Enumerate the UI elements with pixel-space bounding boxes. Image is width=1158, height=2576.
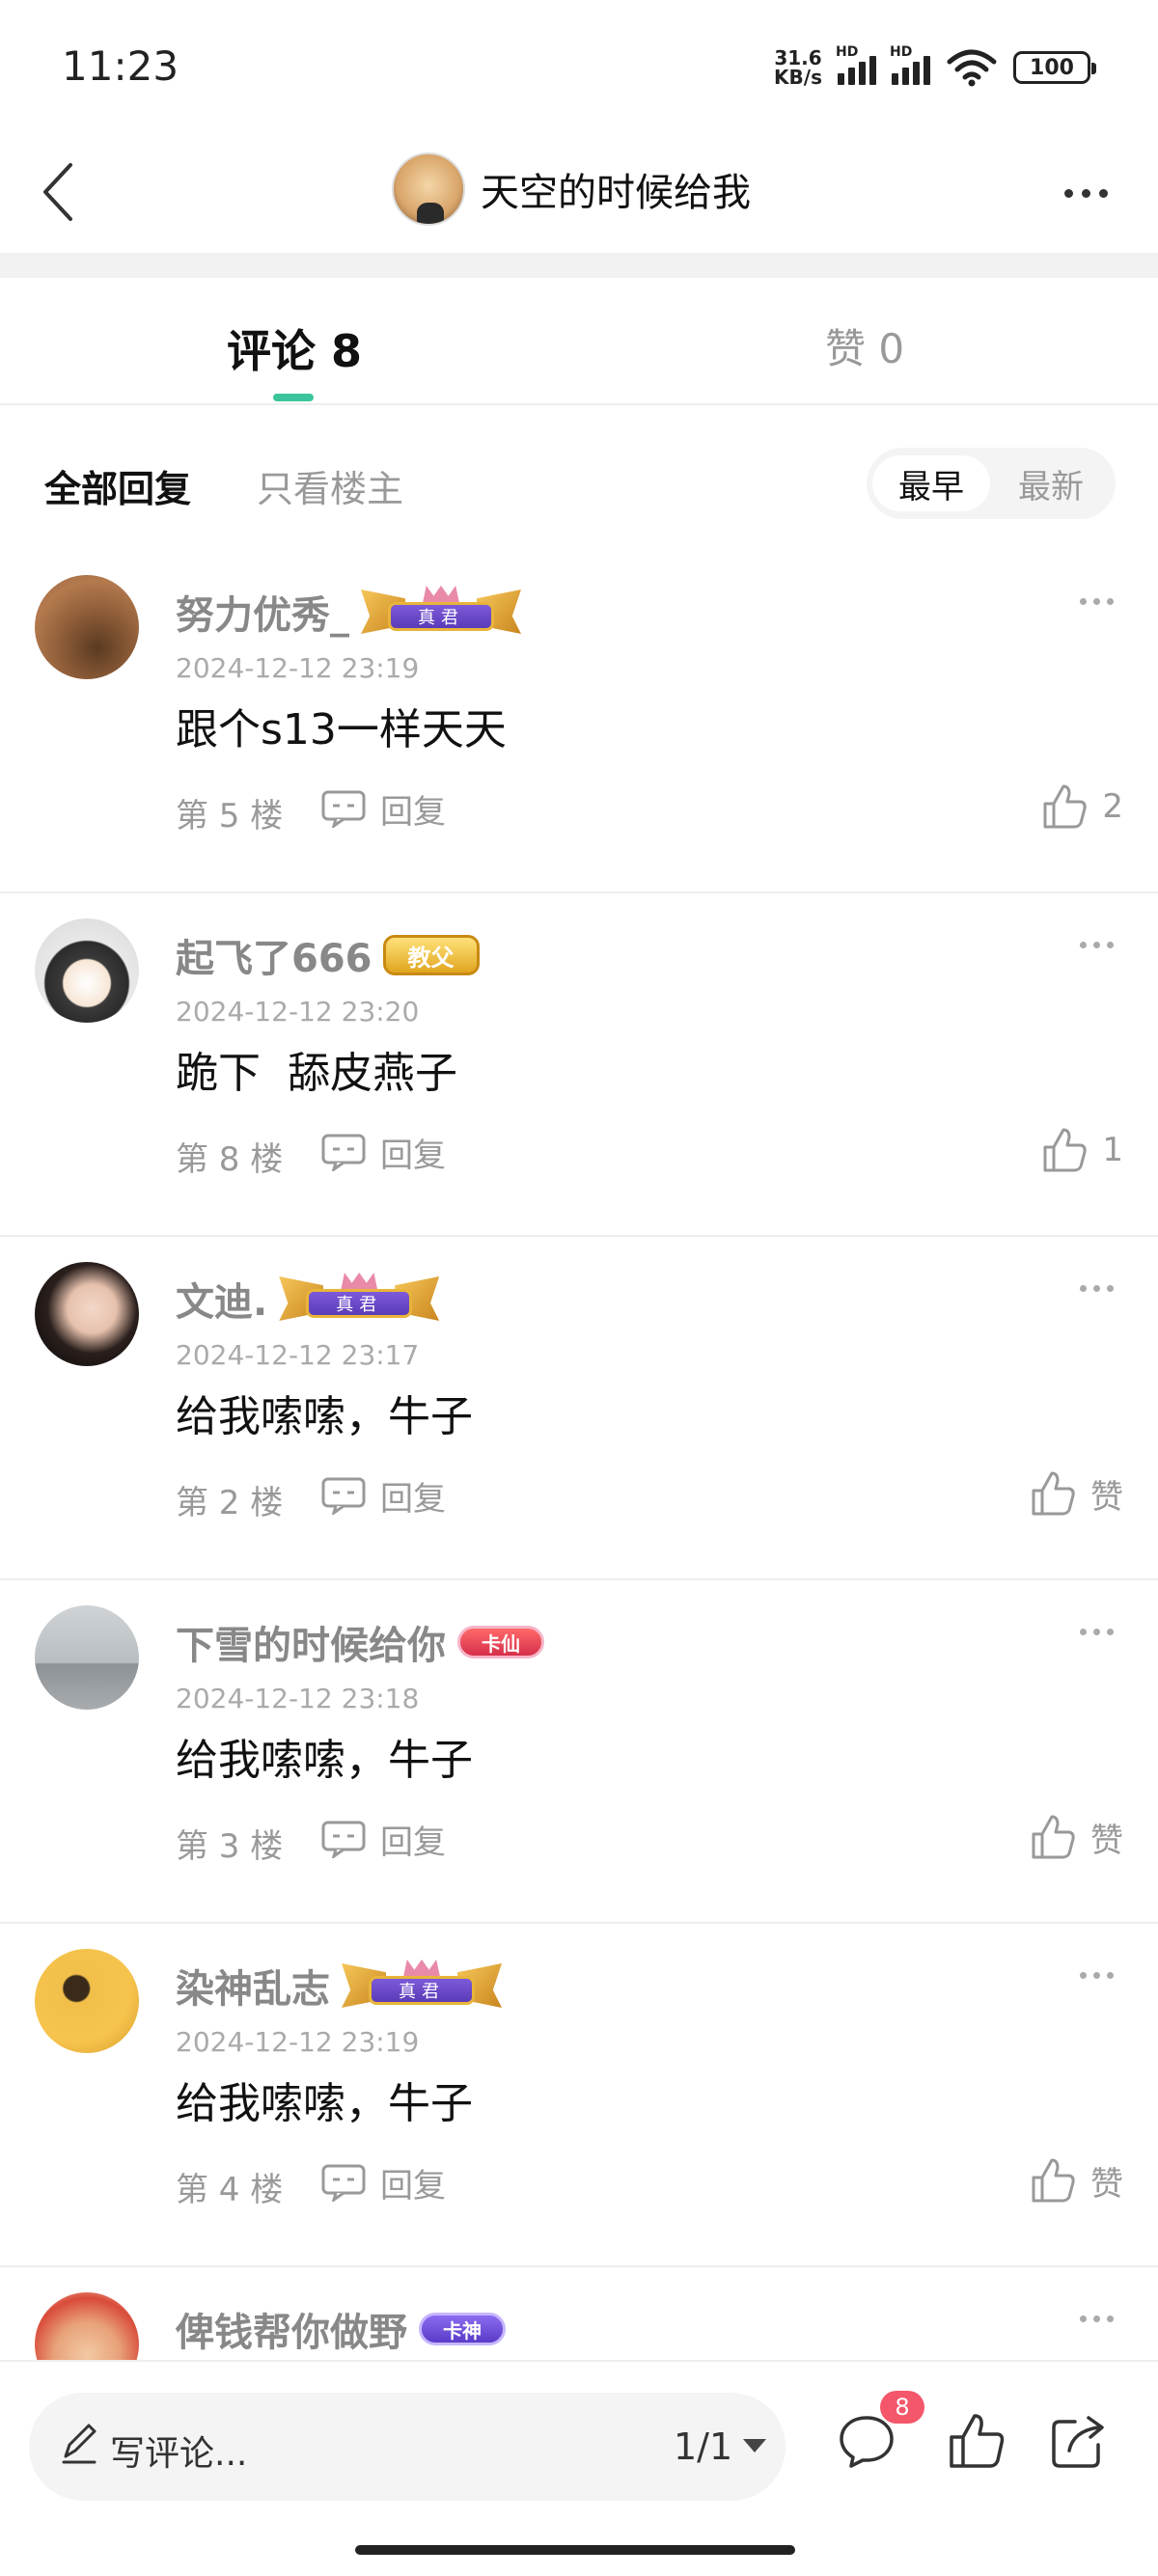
thumbs-up-icon xyxy=(1043,1128,1088,1172)
reply-button[interactable]: 回复 xyxy=(320,781,446,836)
floor-number: 第 2 楼 xyxy=(176,1484,284,1522)
username[interactable]: 努力优秀_ xyxy=(176,584,349,640)
home-indicator[interactable] xyxy=(355,2545,795,2555)
like-button[interactable]: 1 xyxy=(1040,1121,1123,1179)
avatar[interactable] xyxy=(35,1949,139,2053)
reply-icon xyxy=(321,1821,366,1858)
comment-more-button[interactable] xyxy=(1080,1629,1114,1635)
comment-item: 染神乱志 真君 2024-12-12 23:19 给我嗦嗦，牛子 第 4 楼 回… xyxy=(0,1924,1158,2267)
status-icons: 31.6 KB/s HD HD 100 xyxy=(774,44,1096,89)
sort-latest-button[interactable]: 最新 xyxy=(992,455,1110,511)
floor-number: 第 4 楼 xyxy=(176,2171,284,2209)
comment-item: 下雪的时候给你 卡仙 2024-12-12 23:18 给我嗦嗦，牛子 第 3 … xyxy=(0,1580,1158,1924)
comment-timestamp: 2024-12-12 23:20 xyxy=(176,996,420,1028)
signal-icon: HD xyxy=(890,44,930,85)
back-button[interactable] xyxy=(23,149,91,235)
comment-more-button[interactable] xyxy=(1080,942,1114,948)
floor-number: 第 5 楼 xyxy=(176,797,284,836)
rank-badge: 真君 xyxy=(359,586,523,638)
comment-text: 跪下 舔皮燕子 xyxy=(176,1049,457,1098)
filter-all-replies[interactable]: 全部回复 xyxy=(44,459,191,512)
reply-icon xyxy=(321,2164,366,2202)
reply-button[interactable]: 回复 xyxy=(320,1468,446,1522)
username[interactable]: 下雪的时候给你 xyxy=(176,1614,446,1670)
sort-earliest-button[interactable]: 最早 xyxy=(872,455,990,511)
tab-comments[interactable]: 评论 8 xyxy=(227,316,362,380)
avatar[interactable] xyxy=(35,918,139,1023)
comment-text: 给我嗦嗦，牛子 xyxy=(176,1736,473,1785)
username[interactable]: 俾钱帮你做野 xyxy=(176,2301,407,2357)
tab-likes[interactable]: 赞 0 xyxy=(825,316,904,375)
reply-icon xyxy=(321,1477,366,1515)
signal-icon: HD xyxy=(836,44,876,85)
sort-toggle: 最早 最新 xyxy=(867,448,1116,519)
write-comment-input[interactable]: 写评论... 1/1 xyxy=(29,2393,786,2501)
page-indicator[interactable]: 1/1 xyxy=(674,2425,732,2468)
divider xyxy=(0,253,1158,278)
username[interactable]: 染神乱志 xyxy=(176,1958,330,2014)
floor-number: 第 8 楼 xyxy=(176,1140,284,1179)
like-button[interactable]: 赞 xyxy=(1029,1808,1123,1866)
comment-timestamp: 2024-12-12 23:19 xyxy=(176,652,420,684)
page-title: 天空的时候给我 xyxy=(481,171,751,215)
tab-bar: 评论 8 赞 0 xyxy=(0,278,1158,405)
caret-down-icon[interactable] xyxy=(743,2439,766,2453)
comment-more-button[interactable] xyxy=(1080,1972,1114,1979)
pencil-icon xyxy=(62,2424,96,2464)
rank-badge: 卡神 xyxy=(417,2303,508,2355)
reply-button[interactable]: 回复 xyxy=(320,1812,446,1866)
like-button[interactable]: 赞 xyxy=(1029,1465,1123,1522)
share-icon[interactable] xyxy=(1048,2410,1110,2472)
rank-badge: 教父 xyxy=(382,929,481,981)
more-options-button[interactable] xyxy=(1052,164,1119,222)
comment-text: 跟个s13一样天天 xyxy=(176,705,507,754)
avatar[interactable] xyxy=(392,152,465,226)
battery-icon: 100 xyxy=(1013,51,1096,84)
like-button[interactable]: 赞 xyxy=(1029,2151,1123,2209)
comment-timestamp: 2024-12-12 23:19 xyxy=(176,2026,420,2058)
reply-button[interactable]: 回复 xyxy=(320,1125,446,1179)
comment-item: 文迪. 真君 2024-12-12 23:17 给我嗦嗦，牛子 第 2 楼 回复… xyxy=(0,1237,1158,1580)
avatar[interactable] xyxy=(35,1605,139,1710)
thumbs-up-icon xyxy=(1032,2158,1075,2203)
filter-op-only[interactable]: 只看楼主 xyxy=(257,459,403,512)
tab-indicator xyxy=(273,394,314,401)
wifi-icon xyxy=(947,49,997,87)
thumbs-up-icon[interactable] xyxy=(946,2410,1007,2472)
status-time: 11:23 xyxy=(62,42,179,90)
avatar[interactable] xyxy=(35,1262,139,1366)
comment-more-button[interactable] xyxy=(1080,2316,1114,2322)
comment-item: 努力优秀_ 真君 2024-12-12 23:19 跟个s13一样天天 第 5 … xyxy=(0,550,1158,893)
rank-badge: 真君 xyxy=(277,1273,441,1325)
comment-count-badge: 8 xyxy=(880,2391,924,2424)
comment-text: 给我嗦嗦，牛子 xyxy=(176,2079,473,2128)
rank-badge: 卡仙 xyxy=(455,1616,546,1668)
username[interactable]: 起飞了666 xyxy=(176,927,372,983)
filter-row: 全部回复 只看楼主 最早 最新 xyxy=(0,415,1158,540)
write-comment-placeholder: 写评论... xyxy=(110,2434,248,2474)
comment-more-button[interactable] xyxy=(1080,598,1114,605)
like-button[interactable]: 2 xyxy=(1040,778,1123,836)
thumbs-up-icon xyxy=(1043,784,1088,829)
network-speed: 31.6 KB/s xyxy=(774,46,822,89)
thumbs-up-icon xyxy=(1032,1471,1075,1516)
status-bar: 11:23 31.6 KB/s HD HD 100 xyxy=(0,0,1158,125)
rank-badge: 真君 xyxy=(340,1959,504,2012)
reply-icon xyxy=(321,790,366,828)
floor-number: 第 3 楼 xyxy=(176,1827,284,1866)
username[interactable]: 文迪. xyxy=(176,1271,267,1327)
reply-icon xyxy=(321,1134,366,1171)
bottom-bar: 写评论... 1/1 8 xyxy=(0,2360,1158,2576)
comment-text: 给我嗦嗦，牛子 xyxy=(176,1392,473,1441)
chevron-left-icon xyxy=(43,163,72,221)
comment-more-button[interactable] xyxy=(1080,1285,1114,1292)
comment-timestamp: 2024-12-12 23:18 xyxy=(176,1683,420,1714)
top-nav: 天空的时候给我 xyxy=(0,135,1158,251)
avatar[interactable] xyxy=(35,575,139,679)
comment-timestamp: 2024-12-12 23:17 xyxy=(176,1339,420,1371)
thumbs-up-icon xyxy=(1032,1815,1075,1859)
reply-button[interactable]: 回复 xyxy=(320,2155,446,2209)
comment-item: 起飞了666 教父 2024-12-12 23:20 跪下 舔皮燕子 第 8 楼… xyxy=(0,893,1158,1237)
post-author[interactable]: 天空的时候给我 xyxy=(392,141,751,237)
